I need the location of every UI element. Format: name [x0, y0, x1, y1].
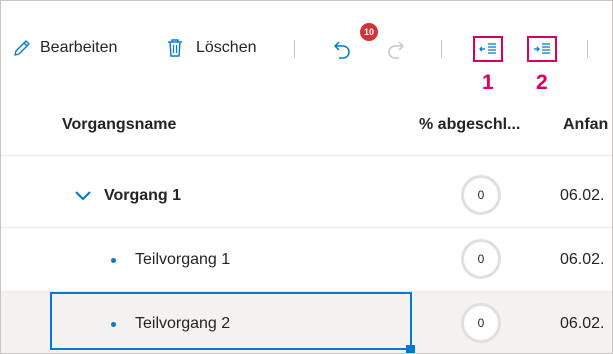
task-grid-panel: Bearbeiten Löschen 10 1 2 Vorgangsname %…	[0, 0, 613, 354]
task-name-cell[interactable]: Teilvorgang 1	[111, 228, 230, 292]
bullet-icon	[111, 321, 116, 327]
table-row[interactable]: Vorgang 1 0 06.02.	[1, 164, 612, 228]
percent-complete-indicator[interactable]: 0	[461, 303, 501, 343]
start-date: 06.02.	[560, 315, 605, 332]
task-name: Vorgang 1	[104, 187, 182, 204]
start-date-cell[interactable]: 06.02.	[560, 164, 604, 228]
start-date: 06.02.	[560, 251, 605, 268]
table-row[interactable]: Teilvorgang 2 0 06.02.	[1, 292, 612, 353]
grid-header: Vorgangsname % abgeschl... Anfan	[1, 97, 612, 156]
indent-icon	[533, 42, 551, 56]
undo-button[interactable]	[331, 38, 353, 60]
undo-count-badge: 10	[360, 23, 378, 41]
column-header-percent[interactable]: % abgeschl...	[419, 116, 520, 134]
outdent-button[interactable]	[473, 36, 503, 62]
start-date: 06.02.	[560, 187, 605, 204]
start-date-cell[interactable]: 06.02.	[560, 292, 605, 353]
delete-button[interactable]: Löschen	[166, 38, 257, 58]
toolbar-divider	[294, 40, 295, 58]
toolbar: Bearbeiten Löschen 10 1 2	[1, 1, 612, 97]
delete-label: Löschen	[196, 39, 257, 56]
redo-button[interactable]	[385, 38, 407, 60]
outdent-icon	[479, 42, 497, 56]
percent-complete-indicator[interactable]: 0	[461, 239, 501, 279]
bullet-icon	[111, 257, 116, 263]
edit-button[interactable]: Bearbeiten	[12, 38, 117, 58]
outdent-marker: 1	[482, 71, 494, 94]
task-name: Teilvorgang 1	[135, 251, 231, 268]
undo-icon	[331, 38, 353, 60]
task-name-cell[interactable]: Teilvorgang 2	[111, 292, 231, 353]
task-name-cell[interactable]: Vorgang 1	[75, 164, 181, 228]
toolbar-divider	[587, 40, 588, 58]
indent-button[interactable]	[527, 36, 557, 62]
percent-value: 0	[477, 316, 485, 330]
fill-handle[interactable]	[406, 345, 415, 353]
percent-value: 0	[477, 252, 485, 266]
toolbar-divider	[441, 40, 442, 58]
column-header-start[interactable]: Anfan	[563, 116, 608, 134]
edit-label: Bearbeiten	[40, 39, 118, 56]
trash-icon	[166, 38, 184, 58]
percent-value: 0	[477, 188, 485, 202]
column-header-name[interactable]: Vorgangsname	[62, 116, 176, 134]
indent-marker: 2	[536, 71, 548, 94]
task-name: Teilvorgang 2	[135, 315, 231, 332]
pencil-icon	[12, 38, 32, 58]
redo-icon	[385, 38, 407, 60]
start-date-cell[interactable]: 06.02.	[560, 228, 604, 292]
table-row[interactable]: Teilvorgang 1 0 06.02.	[1, 228, 612, 292]
percent-complete-indicator[interactable]: 0	[461, 175, 501, 215]
chevron-down-icon[interactable]	[75, 191, 91, 201]
